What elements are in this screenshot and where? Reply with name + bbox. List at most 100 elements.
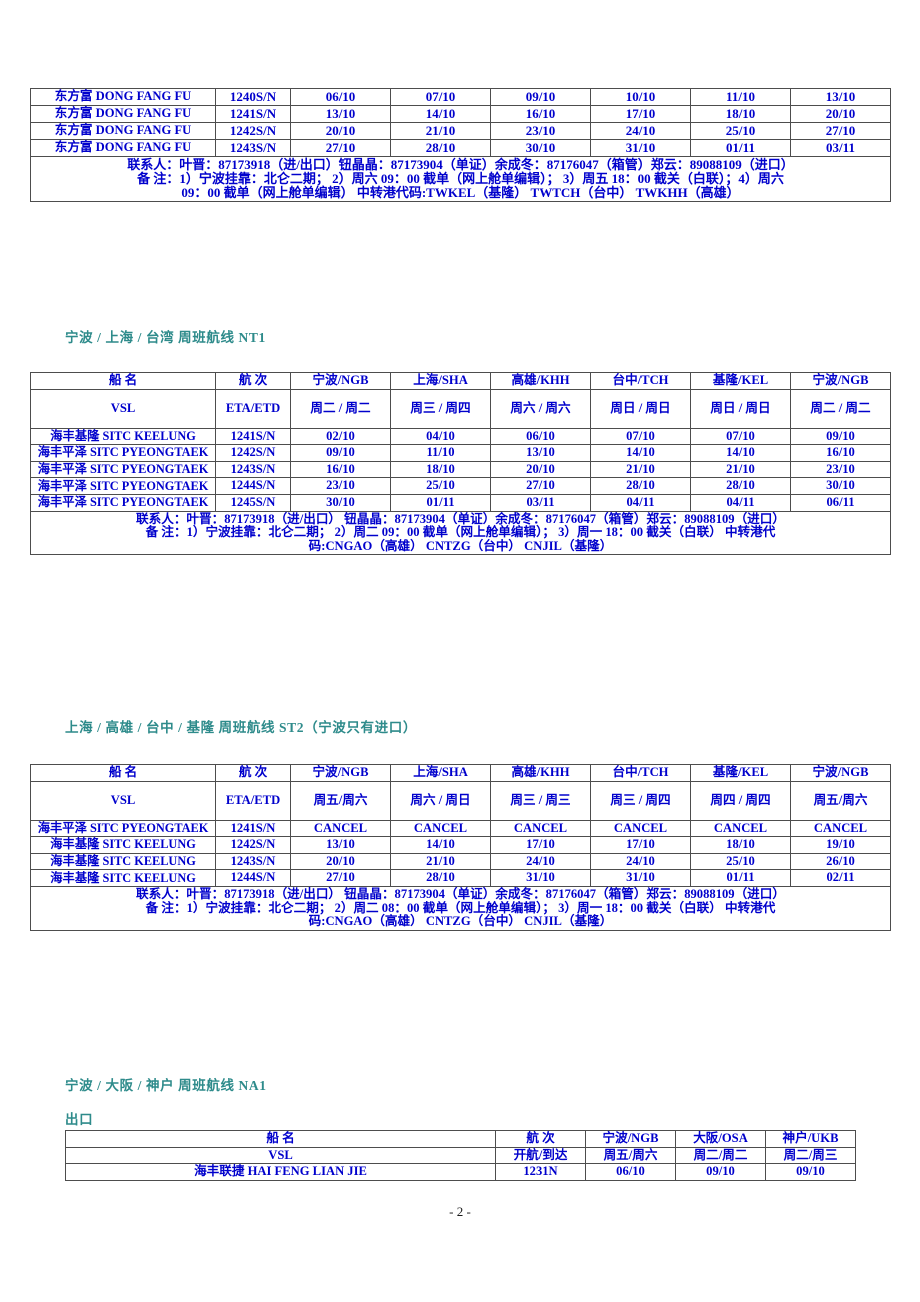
date-cell: 14/10 bbox=[590, 444, 691, 462]
table-row: 海丰基隆 SITC KEELUNG 1241S/N 02/10 04/10 06… bbox=[30, 427, 891, 446]
subheader-weekday: 周六 / 周六 bbox=[490, 388, 591, 429]
voyage-number: 1241S/N bbox=[215, 427, 291, 446]
date-cell: 23/10 bbox=[790, 460, 891, 479]
notes-row: 联系人：叶晋：87173918（进/出口）钮晶晶：87173904（单证）余成冬… bbox=[30, 156, 891, 203]
date-cell: 24/10 bbox=[590, 122, 691, 141]
date-cell: 02/10 bbox=[290, 427, 391, 446]
date-cell: 01/11 bbox=[390, 493, 491, 512]
date-cell: CANCEL bbox=[490, 819, 591, 838]
voyage-number: 1243S/N bbox=[215, 460, 291, 479]
vessel-name: 海丰平泽 SITC PYEONGTAEK bbox=[30, 819, 216, 838]
table-header-row: 船 名 航 次 宁波/NGB 上海/SHA 高雄/KHH 台中/TCH 基隆/K… bbox=[30, 372, 891, 390]
date-cell: 01/11 bbox=[690, 869, 791, 887]
date-cell: 24/10 bbox=[490, 852, 591, 871]
schedule-page: 东方富 DONG FANG FU 1240S/N 06/10 07/10 09/… bbox=[0, 0, 920, 1302]
section-caption-st2: 上海 / 高雄 / 台中 / 基隆 周班航线 ST2（宁波只有进口） bbox=[65, 720, 417, 735]
date-cell: CANCEL bbox=[790, 819, 891, 838]
date-cell: 13/10 bbox=[290, 836, 391, 854]
date-cell: 21/10 bbox=[590, 460, 691, 479]
date-cell: 03/11 bbox=[490, 493, 591, 512]
date-cell: CANCEL bbox=[590, 819, 691, 838]
table-row: 东方富 DONG FANG FU 1240S/N 06/10 07/10 09/… bbox=[30, 87, 891, 107]
date-cell: 06/10 bbox=[290, 87, 391, 107]
vessel-name: 海丰平泽 SITC PYEONGTAEK bbox=[30, 477, 216, 495]
col-header-port: 台中/TCH bbox=[590, 764, 691, 782]
date-cell: 25/10 bbox=[690, 852, 791, 871]
col-header-port: 基隆/KEL bbox=[690, 372, 791, 390]
date-cell: 20/10 bbox=[290, 852, 391, 871]
subheader-weekday: 周三 / 周三 bbox=[490, 780, 591, 821]
date-cell: 28/10 bbox=[690, 477, 791, 495]
table-row: 海丰基隆 SITC KEELUNG 1243S/N 20/10 21/10 24… bbox=[30, 852, 891, 871]
voyage-number: 1241S/N bbox=[215, 819, 291, 838]
table-header-row: 船 名 航 次 宁波/NGB 大阪/OSA 神户/UKB bbox=[65, 1130, 856, 1148]
col-header-port: 高雄/KHH bbox=[490, 372, 591, 390]
note-line: 备 注：1）宁波挂靠：北仑二期； 2）周六 09：00 截单（网上舱单编辑）； … bbox=[137, 171, 784, 187]
col-header-voyage: 航 次 bbox=[215, 764, 291, 782]
vessel-name: 东方富 DONG FANG FU bbox=[30, 105, 216, 124]
date-cell: 28/10 bbox=[390, 139, 491, 158]
vessel-name: 东方富 DONG FANG FU bbox=[30, 87, 216, 107]
date-cell: 03/11 bbox=[790, 139, 891, 158]
voyage-number: 1241S/N bbox=[215, 105, 291, 124]
st2-schedule-table: 船 名 航 次 宁波/NGB 上海/SHA 高雄/KHH 台中/TCH 基隆/K… bbox=[30, 764, 891, 931]
col-header-port: 基隆/KEL bbox=[690, 764, 791, 782]
date-cell: 27/10 bbox=[290, 139, 391, 158]
vessel-name: 海丰基隆 SITC KEELUNG bbox=[30, 852, 216, 871]
table-row: 海丰平泽 SITC PYEONGTAEK 1245S/N 30/10 01/11… bbox=[30, 493, 891, 512]
nt1-schedule-table: 船 名 航 次 宁波/NGB 上海/SHA 高雄/KHH 台中/TCH 基隆/K… bbox=[30, 372, 891, 556]
date-cell: 30/10 bbox=[790, 477, 891, 495]
date-cell: 09/10 bbox=[675, 1163, 766, 1181]
col-header-port: 上海/SHA bbox=[390, 372, 491, 390]
table-subheader-row: VSL ETA/ETD 周二 / 周二 周三 / 周四 周六 / 周六 周日 /… bbox=[30, 388, 891, 429]
date-cell: 16/10 bbox=[790, 444, 891, 462]
date-cell: 31/10 bbox=[590, 139, 691, 158]
date-cell: 14/10 bbox=[390, 836, 491, 854]
col-header-voyage: 航 次 bbox=[495, 1130, 586, 1148]
date-cell: 11/10 bbox=[690, 87, 791, 107]
subheader-weekday: 周五/周六 bbox=[290, 780, 391, 821]
table-row: 海丰基隆 SITC KEELUNG 1244S/N 27/10 28/10 31… bbox=[30, 869, 891, 887]
date-cell: 25/10 bbox=[390, 477, 491, 495]
note-line: 备 注：1）宁波挂靠：北仑二期； 2）周二 09：00 截单（网上舱单编辑）； … bbox=[145, 525, 776, 540]
date-cell: 28/10 bbox=[390, 869, 491, 887]
date-cell: 16/10 bbox=[490, 105, 591, 124]
date-cell: 01/11 bbox=[690, 139, 791, 158]
notes-cell: 联系人：叶晋：87173918（进/出口） 钮晶晶：87173904（单证）余成… bbox=[30, 885, 891, 931]
date-cell: 27/10 bbox=[290, 869, 391, 887]
subheader-weekday: 周日 / 周日 bbox=[590, 388, 691, 429]
vessel-name: 海丰基隆 SITC KEELUNG bbox=[30, 869, 216, 887]
voyage-number: 1245S/N bbox=[215, 493, 291, 512]
voyage-number: 1243S/N bbox=[215, 139, 291, 158]
date-cell: 31/10 bbox=[490, 869, 591, 887]
notes-cell: 联系人：叶晋：87173918（进/出口）钮晶晶：87173904（单证）余成冬… bbox=[30, 156, 891, 203]
col-header-port: 神户/UKB bbox=[765, 1130, 856, 1148]
date-cell: 21/10 bbox=[390, 852, 491, 871]
notes-cell: 联系人：叶晋：87173918（进/出口） 钮晶晶：87173904（单证）余成… bbox=[30, 510, 891, 556]
note-line: 09：00 截单（网上舱单编辑） 中转港代码:TWKEL（基隆） TWTCH（台… bbox=[181, 185, 740, 201]
date-cell: 20/10 bbox=[290, 122, 391, 141]
date-cell: 20/10 bbox=[490, 460, 591, 479]
table-row: 东方富 DONG FANG FU 1243S/N 27/10 28/10 30/… bbox=[30, 139, 891, 158]
date-cell: 14/10 bbox=[690, 444, 791, 462]
voyage-number: 1244S/N bbox=[215, 477, 291, 495]
date-cell: 04/11 bbox=[590, 493, 691, 512]
subheader-weekday: 周三 / 周四 bbox=[590, 780, 691, 821]
col-header-port: 宁波/NGB bbox=[290, 764, 391, 782]
subheader-vsl: VSL bbox=[30, 388, 216, 429]
date-cell: 06/11 bbox=[790, 493, 891, 512]
subheader-weekday: 周二 / 周二 bbox=[290, 388, 391, 429]
date-cell: 06/10 bbox=[585, 1163, 676, 1181]
vessel-name: 东方富 DONG FANG FU bbox=[30, 122, 216, 141]
subheader-vsl: VSL bbox=[30, 780, 216, 821]
col-header-port: 大阪/OSA bbox=[675, 1130, 766, 1148]
vessel-name: 海丰联捷 HAI FENG LIAN JIE bbox=[65, 1163, 496, 1181]
date-cell: 26/10 bbox=[790, 852, 891, 871]
col-header-port: 高雄/KHH bbox=[490, 764, 591, 782]
voyage-number: 1242S/N bbox=[215, 122, 291, 141]
table-row: 东方富 DONG FANG FU 1242S/N 20/10 21/10 23/… bbox=[30, 122, 891, 141]
table-row: 海丰平泽 SITC PYEONGTAEK 1241S/N CANCEL CANC… bbox=[30, 819, 891, 838]
note-line: 联系人：叶晋：87173918（进/出口） 钮晶晶：87173904（单证）余成… bbox=[136, 886, 785, 901]
date-cell: 14/10 bbox=[390, 105, 491, 124]
note-line: 码:CNGAO（高雄） CNTZG（台中） CNJIL（基隆） bbox=[308, 538, 613, 553]
